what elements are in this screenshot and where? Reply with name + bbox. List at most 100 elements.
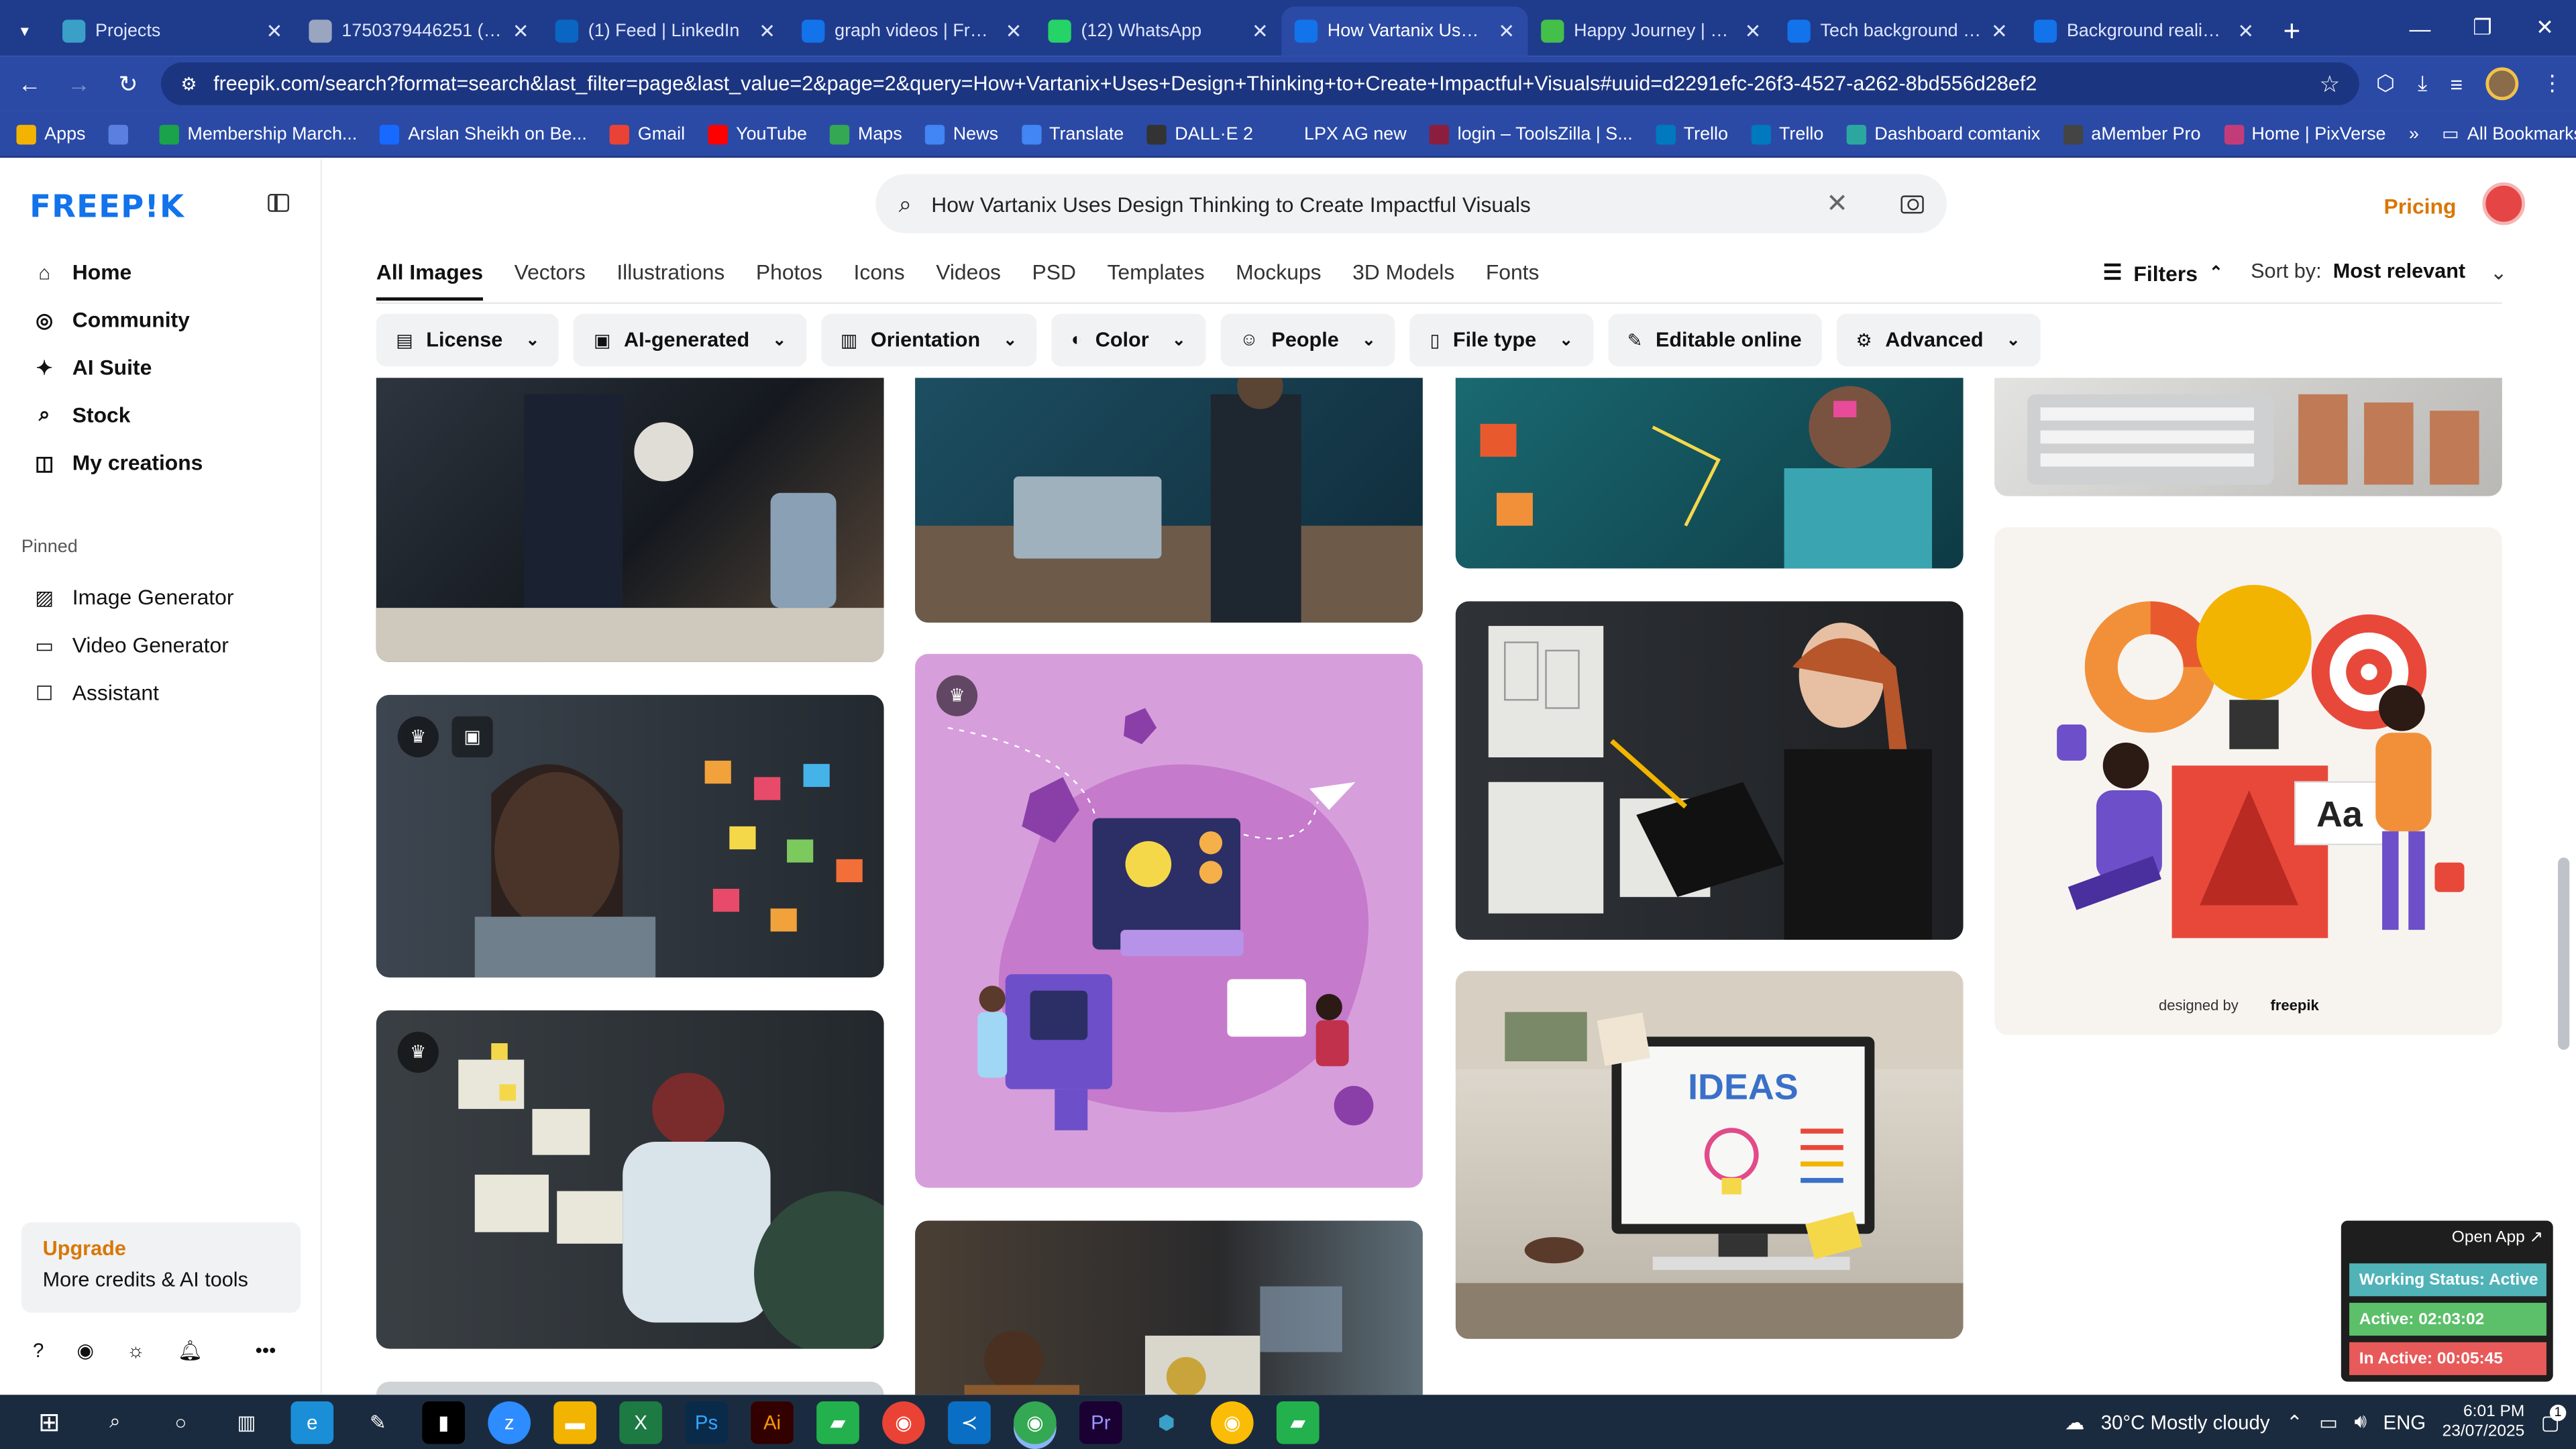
filter-chip-ai-generated[interactable]: ▣ AI-generated ⌄ (574, 313, 806, 367)
tab-close-icon[interactable]: ✕ (1991, 19, 2008, 42)
tab-photos[interactable]: Photos (756, 260, 822, 301)
chrome-active-icon[interactable]: ◉ (1014, 1400, 1057, 1444)
filter-chip-orientation[interactable]: ▥ Orientation ⌄ (820, 313, 1037, 367)
clock[interactable]: 6:01 PM 23/07/2025 (2443, 1402, 2525, 1442)
back-icon[interactable]: ← (13, 67, 46, 100)
browser-tab[interactable]: 1750379446251 (108 ✕ (296, 7, 542, 56)
theme-icon[interactable]: ☼ (127, 1339, 145, 1362)
site-info-icon[interactable]: ⚙ (180, 73, 197, 94)
tab-videos[interactable]: Videos (936, 260, 1001, 301)
tab-templates[interactable]: Templates (1108, 260, 1205, 301)
freepik-logo[interactable]: FREEP!K (30, 189, 184, 225)
image-card-artist[interactable] (376, 378, 884, 662)
image-card-partial[interactable] (376, 1381, 884, 1395)
bookmark-item[interactable] (108, 123, 137, 144)
bookmark-item[interactable]: YouTube (708, 123, 807, 144)
bookmark-item[interactable]: Home | PixVerse (2223, 123, 2386, 144)
download-icon[interactable]: ⤓ (2418, 70, 2427, 97)
browser-tab[interactable]: graph videos | Freepi ✕ (789, 7, 1035, 56)
bookmark-item[interactable]: LPX AG new (1276, 123, 1407, 144)
collapse-sidebar-icon[interactable] (268, 193, 290, 212)
network-icon[interactable]: ▭ (2319, 1410, 2338, 1433)
zoom-icon[interactable]: z (488, 1400, 531, 1444)
bell-icon[interactable]: 🔔︎ (178, 1339, 203, 1362)
pinned-item-video-generator[interactable]: ▭ Video Generator (19, 621, 299, 669)
image-card-design-thinking-illustration[interactable]: ♛ (915, 653, 1423, 1188)
bookmark-item[interactable]: DALL·E 2 (1146, 123, 1253, 144)
bookmark-star-icon[interactable]: ☆ (2319, 70, 2340, 98)
photoshop-icon[interactable]: Ps (685, 1400, 728, 1444)
edge-icon[interactable]: e (290, 1400, 334, 1444)
bookmark-item[interactable]: Arslan Sheikh on Be... (380, 123, 587, 144)
tab-close-icon[interactable]: ✕ (2237, 19, 2254, 42)
reload-icon[interactable]: ↻ (112, 67, 145, 100)
bookmark-item[interactable]: login – ToolsZilla | S... (1430, 123, 1633, 144)
restore-icon[interactable]: ❐ (2451, 0, 2514, 56)
image-card-man-whiteboard[interactable]: ♛ (376, 1010, 884, 1349)
camera-search-icon[interactable] (1900, 195, 1924, 213)
new-tab-button[interactable]: + (2267, 7, 2316, 56)
user-avatar[interactable] (2482, 182, 2526, 225)
tab-close-icon[interactable]: ✕ (1498, 19, 1515, 42)
profile-avatar[interactable] (2485, 67, 2519, 101)
pinned-item-assistant[interactable]: ☐ Assistant (19, 669, 299, 716)
browser-tab[interactable]: Background realistic ✕ (2021, 7, 2267, 56)
sidebar-item-stock[interactable]: ⌕ Stock (19, 391, 299, 439)
tab-close-icon[interactable]: ✕ (1252, 19, 1269, 42)
start-icon[interactable]: ⊞ (28, 1401, 71, 1444)
search-taskbar-icon[interactable]: ⌕ (94, 1401, 137, 1444)
notification-icon[interactable]: ▢ 1 (2541, 1403, 2567, 1434)
tab-close-icon[interactable]: ✕ (513, 19, 529, 42)
chrome-2-icon[interactable]: ◉ (1210, 1400, 1254, 1444)
url-bar[interactable]: ⚙ freepik.com/search?format=search&last_… (161, 62, 2360, 105)
filter-chip-license[interactable]: ▤ License ⌄ (376, 313, 559, 367)
tab-illustrations[interactable]: Illustrations (616, 260, 724, 301)
image-card-woman-notebook[interactable] (1455, 601, 1964, 940)
sidebar-item-community[interactable]: ◎ Community (19, 296, 299, 343)
filter-chip-advanced[interactable]: ⚙ Advanced ⌄ (1836, 313, 2040, 367)
page-scrollbar[interactable] (2558, 857, 2570, 1050)
forward-icon[interactable]: → (62, 67, 95, 100)
filter-chip-color[interactable]: ◐ Color ⌄ (1051, 313, 1205, 367)
sidebar-item-home[interactable]: ⌂ Home (19, 248, 299, 296)
search-input[interactable]: How Vartanix Uses Design Thinking to Cre… (931, 191, 1531, 216)
vscode-icon[interactable]: ≺ (948, 1400, 991, 1444)
tab-close-icon[interactable]: ✕ (266, 19, 283, 42)
bookmark-item[interactable]: Trello (1751, 123, 1823, 144)
lang-indicator[interactable]: ENG (2383, 1410, 2426, 1433)
browser-tab[interactable]: (12) WhatsApp ✕ (1035, 7, 1281, 56)
image-card-glass-sticky-notes[interactable] (1455, 378, 1964, 569)
search-bar[interactable]: ⌕ How Vartanix Uses Design Thinking to C… (875, 174, 1947, 233)
premiere-icon[interactable]: Pr (1079, 1400, 1122, 1444)
pinned-item-image-generator[interactable]: ▨ Image Generator (19, 574, 299, 621)
filter-chip-people[interactable]: ☺ People ⌄ (1220, 313, 1396, 367)
media-icon[interactable]: ≡ (2450, 72, 2463, 97)
filter-chip-file-type[interactable]: ▯ File type ⌄ (1410, 313, 1593, 367)
image-card-man-laptop[interactable] (915, 378, 1423, 623)
bookmark-item[interactable]: Gmail (610, 123, 685, 144)
image-card-man-monitor[interactable] (915, 1220, 1423, 1395)
weather-text[interactable]: 30°C Mostly cloudy (2101, 1410, 2270, 1433)
pricing-link[interactable]: Pricing (2383, 194, 2456, 219)
tab-all-images[interactable]: All Images (376, 260, 484, 301)
volume-icon[interactable]: 🔊︎ (2354, 1409, 2367, 1434)
browser-tab[interactable]: Projects ✕ (49, 7, 295, 56)
image-card-ideas-monitor[interactable]: IDEAS (1455, 971, 1964, 1339)
excel-icon[interactable]: X (619, 1400, 662, 1444)
browser-tab[interactable]: (1) Feed | LinkedIn ✕ (542, 7, 788, 56)
bookmark-item[interactable]: Apps (16, 123, 86, 144)
weather-icon[interactable]: ☁ (2065, 1410, 2084, 1433)
tab-close-icon[interactable]: ✕ (1006, 19, 1022, 42)
extension-icon[interactable]: ⬡ (2376, 70, 2395, 97)
more-bookmarks-icon[interactable]: » (2409, 124, 2419, 144)
chrome-icon[interactable]: ◉ (882, 1400, 925, 1444)
filter-chip-editable-online[interactable]: ✎ Editable online (1607, 313, 1822, 367)
pen-icon[interactable]: ✎ (356, 1401, 399, 1444)
bookmark-item[interactable]: News (925, 123, 998, 144)
image-card-team-illustration[interactable]: Aa designed by freepik (1994, 527, 2502, 1035)
tab-icons[interactable]: Icons (854, 260, 905, 301)
sidebar-item-ai-suite[interactable]: ✦ AI Suite (19, 343, 299, 391)
illustrator-icon[interactable]: Ai (751, 1400, 794, 1444)
tab-close-icon[interactable]: ✕ (1745, 19, 1762, 42)
help-icon[interactable]: ? (33, 1339, 44, 1362)
